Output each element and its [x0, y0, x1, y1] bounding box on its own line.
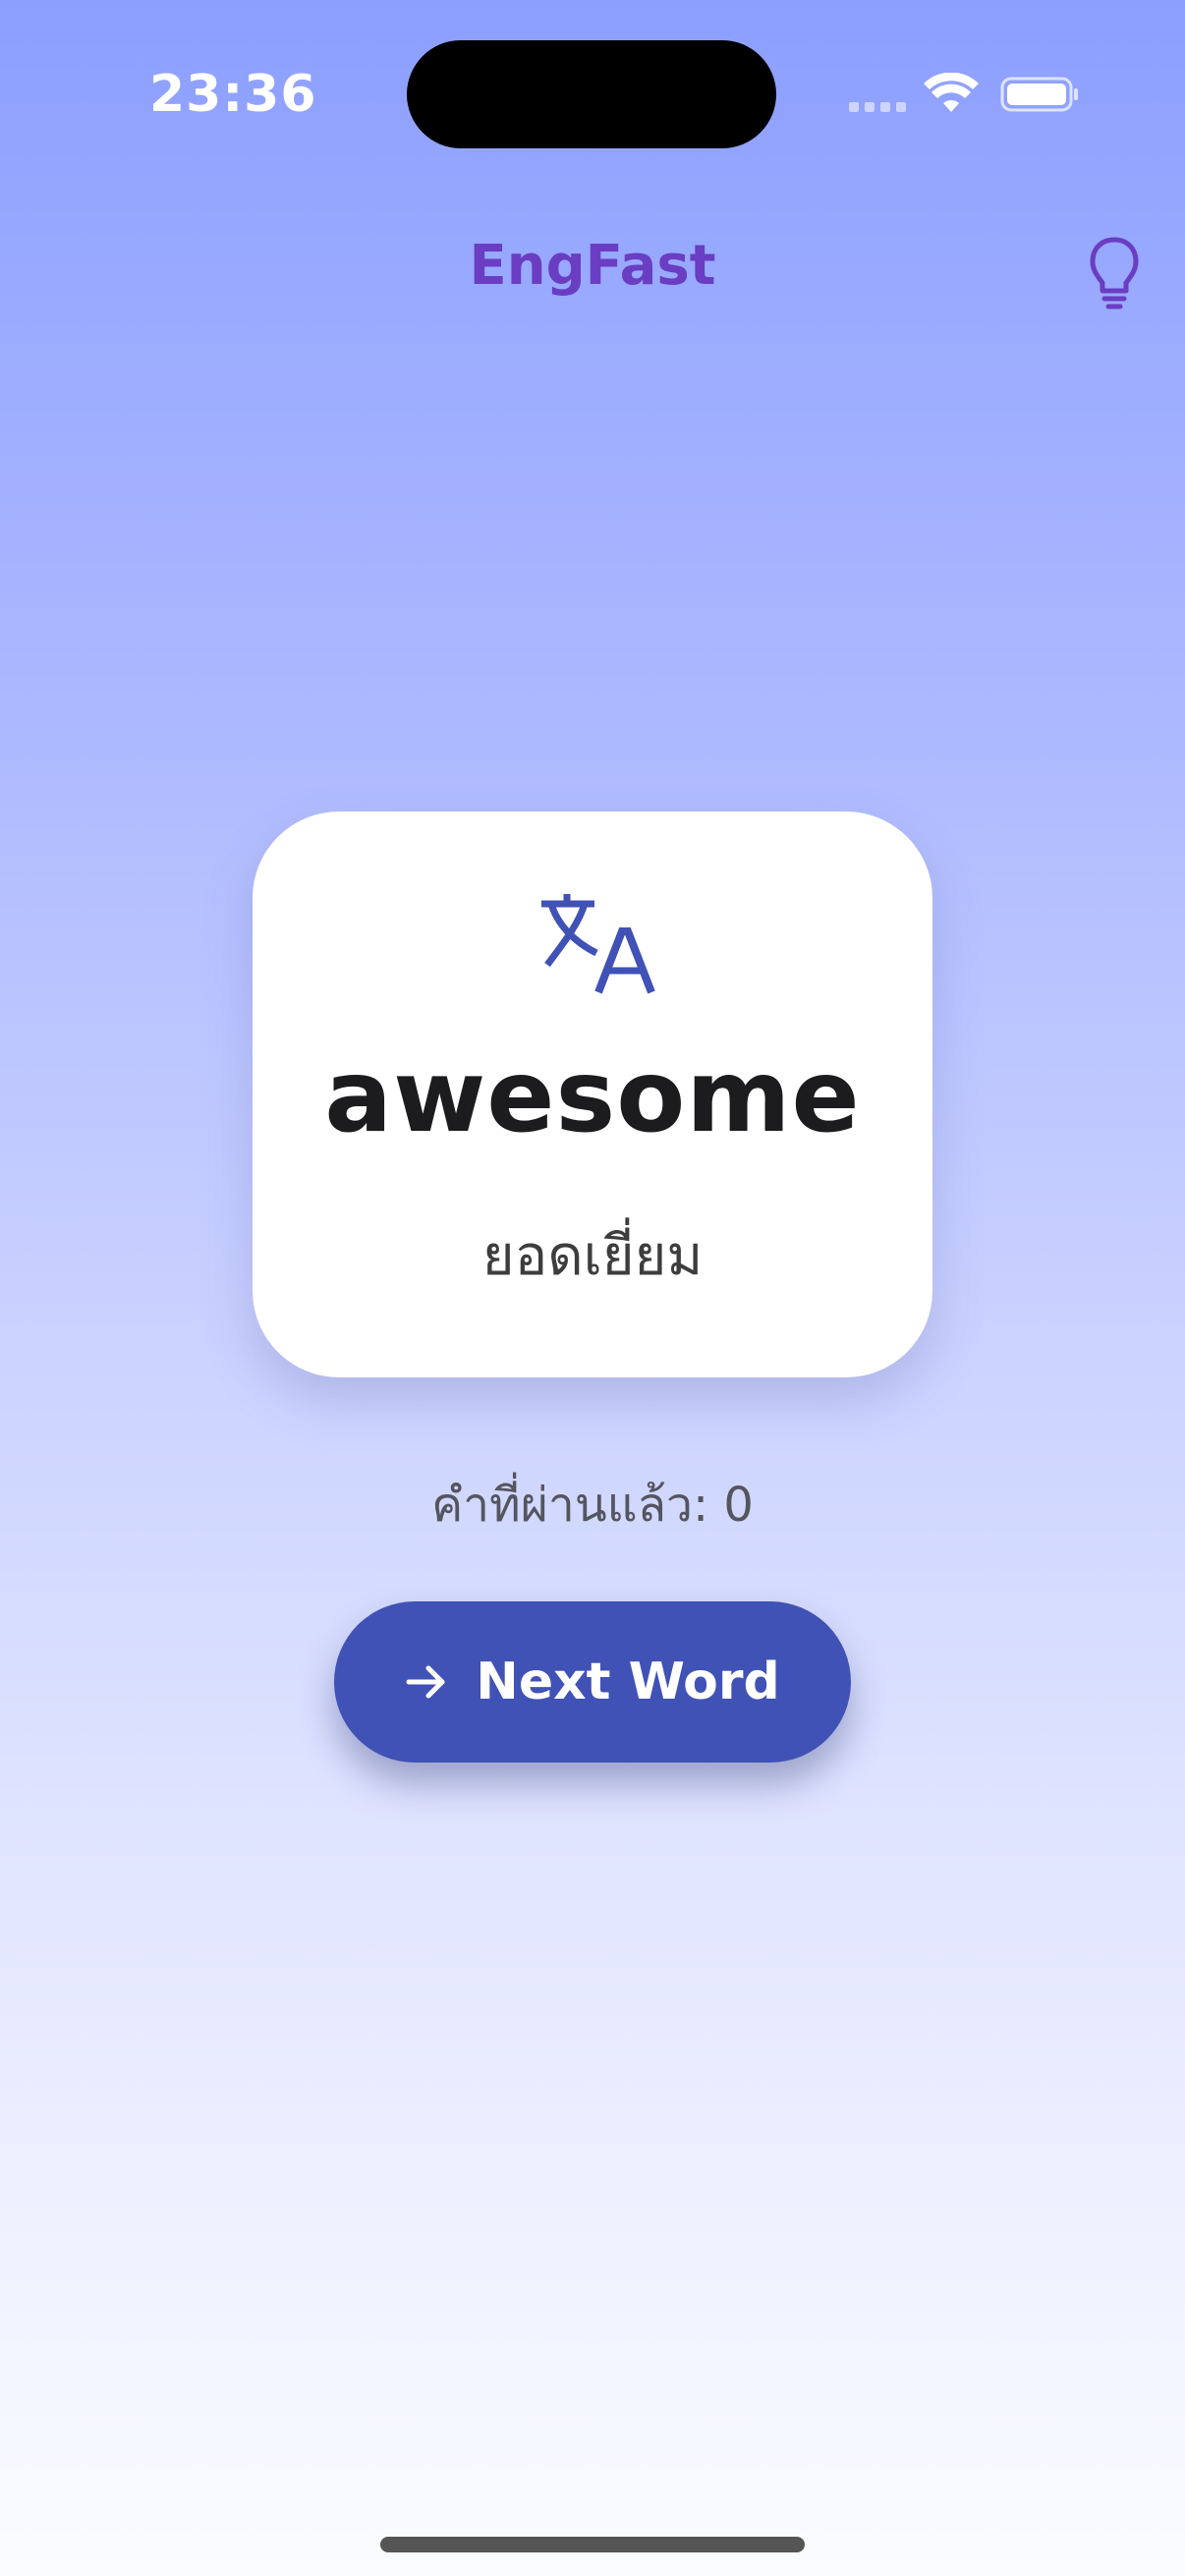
wifi-icon — [924, 73, 979, 112]
english-word: awesome — [324, 1038, 861, 1155]
hint-button[interactable] — [1081, 232, 1148, 310]
translate-icon — [541, 894, 655, 994]
words-passed-counter: คำที่ผ่านแล้ว: 0 — [431, 1478, 754, 1533]
status-bar: 23:36 — [0, 0, 1185, 196]
dynamic-island — [407, 40, 776, 148]
next-word-label: Next Word — [476, 1652, 780, 1711]
thai-translation: ยอดเยี่ยม — [481, 1224, 704, 1288]
word-card: awesome ยอดเยี่ยม — [253, 812, 932, 1377]
app-title: EngFast — [469, 234, 716, 298]
arrow-right-icon — [406, 1665, 445, 1699]
lightbulb-icon — [1090, 237, 1139, 309]
app-header: EngFast — [0, 216, 1185, 314]
battery-icon — [1000, 77, 1078, 112]
home-indicator[interactable] — [380, 2537, 805, 2552]
cellular-signal-icon — [849, 102, 908, 114]
next-word-button[interactable]: Next Word — [334, 1601, 851, 1763]
status-time: 23:36 — [149, 65, 317, 124]
